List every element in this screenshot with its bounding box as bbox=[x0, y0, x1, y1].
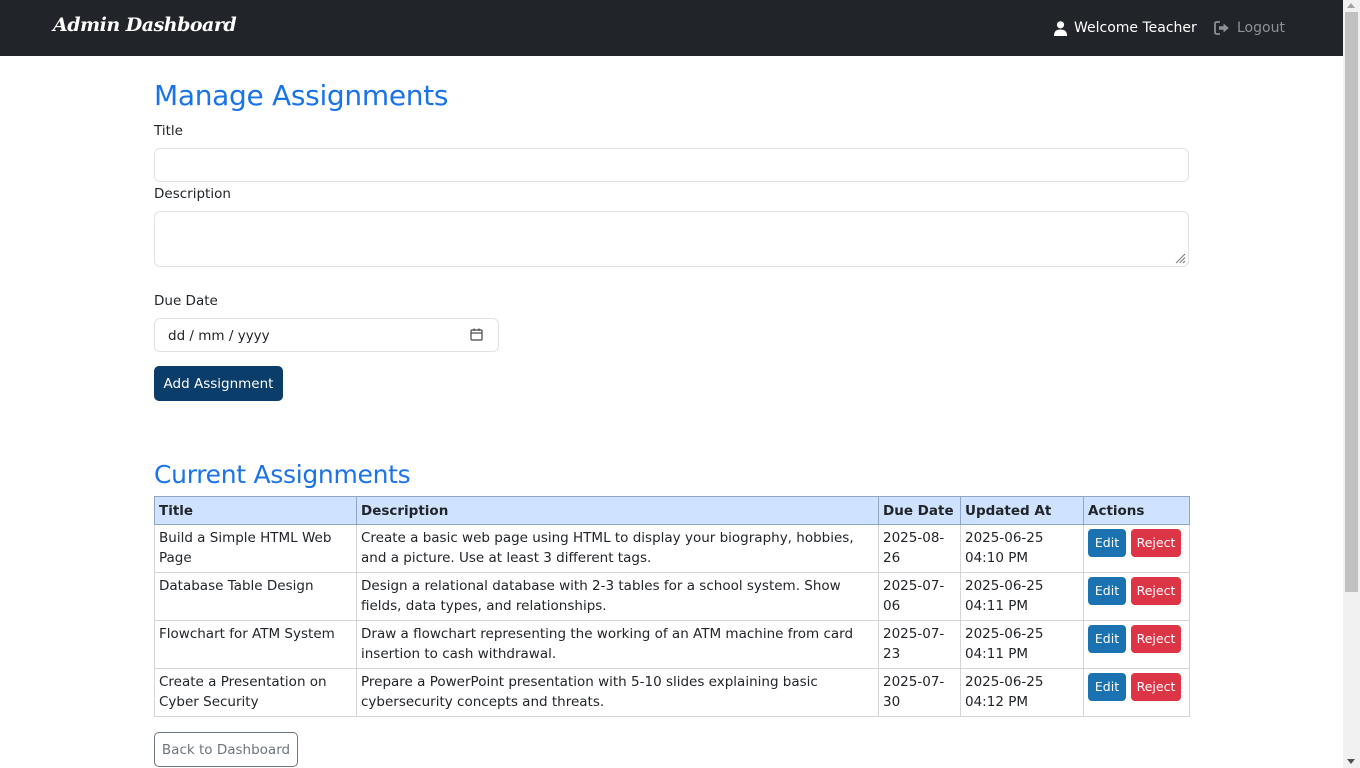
user-greeting-label: Welcome Teacher bbox=[1074, 20, 1197, 36]
cell-updated-at: 2025-06-25 04:12 PM bbox=[960, 668, 1084, 717]
edit-button[interactable]: Edit bbox=[1088, 673, 1126, 701]
cell-title: Create a Presentation on Cyber Security bbox=[154, 668, 357, 717]
logout-link[interactable]: Logout bbox=[1214, 20, 1285, 36]
edit-button[interactable]: Edit bbox=[1088, 625, 1126, 653]
scrollbar-thumb[interactable] bbox=[1345, 12, 1358, 592]
cell-actions: Edit Reject bbox=[1083, 524, 1190, 573]
user-greeting: Welcome Teacher bbox=[1054, 20, 1197, 36]
top-navbar: Admin Dashboard Welcome Teacher Logout bbox=[0, 0, 1343, 56]
cell-title: Build a Simple HTML Web Page bbox=[154, 524, 357, 573]
cell-updated-at: 2025-06-25 04:11 PM bbox=[960, 572, 1084, 621]
due-date-label: Due Date bbox=[154, 293, 218, 309]
cell-title: Flowchart for ATM System bbox=[154, 620, 357, 669]
cell-updated-at: 2025-06-25 04:10 PM bbox=[960, 524, 1084, 573]
title-input[interactable] bbox=[154, 148, 1189, 182]
page-scrollbar[interactable] bbox=[1343, 0, 1360, 768]
description-label: Description bbox=[154, 186, 231, 202]
column-header-actions: Actions bbox=[1083, 496, 1190, 525]
page-title: Manage Assignments bbox=[154, 79, 449, 112]
assignments-table: Title Description Due Date Updated At Ac… bbox=[154, 496, 1190, 717]
sign-out-icon bbox=[1214, 21, 1230, 35]
add-assignment-button[interactable]: Add Assignment bbox=[154, 366, 283, 401]
reject-button[interactable]: Reject bbox=[1131, 673, 1181, 701]
due-date-input[interactable]: dd / mm / yyyy bbox=[154, 318, 499, 352]
cell-description: Draw a flowchart representing the workin… bbox=[356, 620, 879, 669]
user-icon bbox=[1054, 20, 1067, 36]
reject-button[interactable]: Reject bbox=[1131, 625, 1181, 653]
column-header-updated-at: Updated At bbox=[960, 496, 1084, 525]
cell-description: Create a basic web page using HTML to di… bbox=[356, 524, 879, 573]
edit-button[interactable]: Edit bbox=[1088, 529, 1126, 557]
due-date-placeholder: dd / mm / yyyy bbox=[168, 328, 270, 344]
title-label: Title bbox=[154, 123, 183, 139]
cell-title: Database Table Design bbox=[154, 572, 357, 621]
column-header-due-date: Due Date bbox=[878, 496, 961, 525]
table-row: Build a Simple HTML Web Page Create a ba… bbox=[154, 524, 1190, 573]
cell-description: Prepare a PowerPoint presentation with 5… bbox=[356, 668, 879, 717]
cell-due-date: 2025-07-06 bbox=[878, 572, 961, 621]
description-textarea[interactable] bbox=[154, 211, 1189, 267]
table-header-row: Title Description Due Date Updated At Ac… bbox=[154, 496, 1190, 525]
back-to-dashboard-button[interactable]: Back to Dashboard bbox=[154, 732, 298, 767]
column-header-description: Description bbox=[356, 496, 879, 525]
column-header-title: Title bbox=[154, 496, 357, 525]
cell-actions: Edit Reject bbox=[1083, 572, 1190, 621]
cell-due-date: 2025-07-30 bbox=[878, 668, 961, 717]
reject-button[interactable]: Reject bbox=[1131, 577, 1181, 605]
calendar-icon[interactable] bbox=[470, 328, 483, 345]
cell-actions: Edit Reject bbox=[1083, 620, 1190, 669]
cell-updated-at: 2025-06-25 04:11 PM bbox=[960, 620, 1084, 669]
edit-button[interactable]: Edit bbox=[1088, 577, 1126, 605]
resize-handle-icon[interactable] bbox=[1174, 252, 1186, 264]
table-row: Create a Presentation on Cyber Security … bbox=[154, 668, 1190, 717]
cell-actions: Edit Reject bbox=[1083, 668, 1190, 717]
brand-title[interactable]: Admin Dashboard bbox=[53, 14, 237, 36]
cell-due-date: 2025-07-23 bbox=[878, 620, 961, 669]
scroll-down-icon[interactable] bbox=[1347, 759, 1355, 764]
logout-label: Logout bbox=[1237, 20, 1285, 36]
reject-button[interactable]: Reject bbox=[1131, 529, 1181, 557]
cell-description: Design a relational database with 2-3 ta… bbox=[356, 572, 879, 621]
cell-due-date: 2025-08-26 bbox=[878, 524, 961, 573]
table-row: Flowchart for ATM System Draw a flowchar… bbox=[154, 620, 1190, 669]
scroll-up-icon[interactable] bbox=[1347, 3, 1355, 8]
current-assignments-heading: Current Assignments bbox=[154, 460, 411, 489]
table-row: Database Table Design Design a relationa… bbox=[154, 572, 1190, 621]
